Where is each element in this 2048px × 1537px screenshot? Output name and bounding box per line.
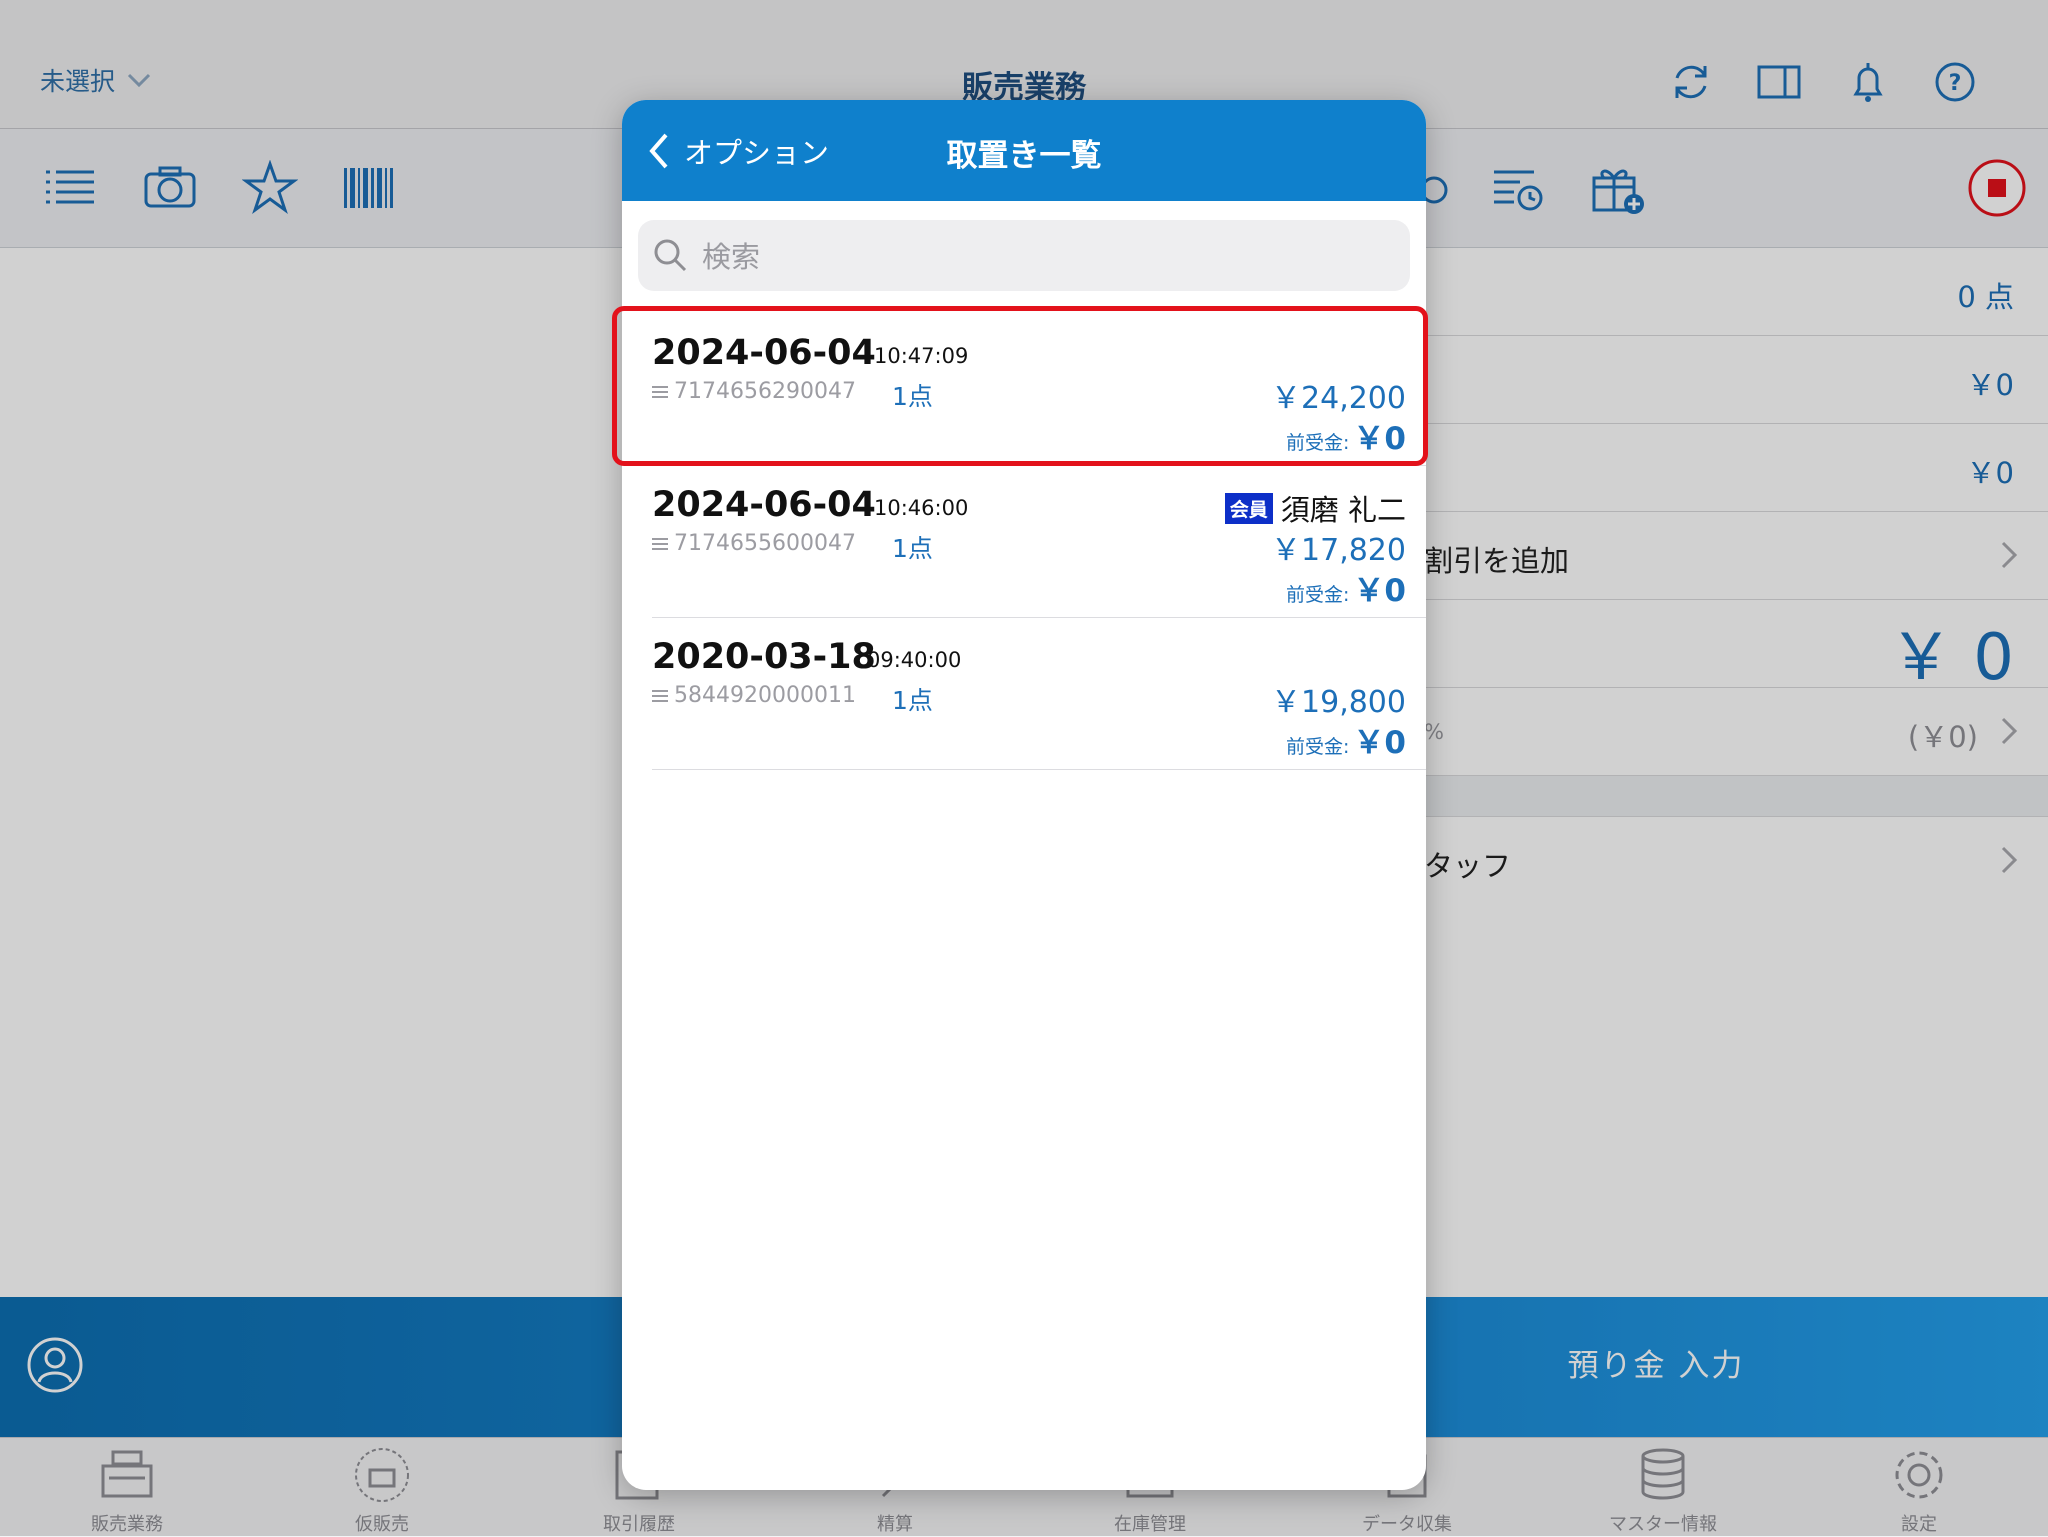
item-total: ￥19,800 (1271, 685, 1406, 720)
advance-label: 前受金: (1286, 736, 1350, 758)
item-qty: 1点 (892, 534, 933, 563)
item-date: 2024-06-04 (652, 485, 876, 525)
popover-title: 取置き一覧 (946, 138, 1102, 174)
menu-lines-icon (652, 689, 668, 702)
search-icon (654, 239, 687, 272)
item-date: 2020-03-18 (652, 637, 876, 677)
item-time: 09:40:00 (867, 648, 962, 672)
search-bar[interactable] (638, 220, 1410, 293)
advance-amount: ￥0 (1353, 573, 1406, 609)
selection-highlight (612, 306, 1428, 466)
menu-lines-icon (652, 537, 668, 550)
item-code-text: 5844920000011 (674, 683, 856, 708)
popover-header: オプション 取置き一覧 (622, 100, 1426, 201)
list-item[interactable]: 2020-03-18 09:40:00 5844920000011 1点 ￥19… (652, 617, 1426, 770)
item-advance: 前受金: ￥0 (1286, 717, 1406, 762)
item-code: 7174655600047 (652, 531, 856, 556)
advance-amount: ￥0 (1353, 725, 1406, 761)
item-total: ￥17,820 (1271, 533, 1406, 568)
list-item[interactable]: 2024-06-04 10:46:00 会員 須磨 礼二 71746556000… (652, 465, 1426, 618)
item-advance: 前受金: ￥0 (1286, 565, 1406, 610)
search-input[interactable] (700, 220, 1394, 293)
member-badge: 会員 (1224, 492, 1273, 524)
advance-label: 前受金: (1286, 584, 1350, 606)
member-name: 須磨 礼二 (1280, 493, 1406, 527)
item-code-text: 7174655600047 (674, 531, 856, 556)
item-qty: 1点 (892, 686, 933, 715)
member-info: 会員 須磨 礼二 (1224, 487, 1406, 529)
item-code: 5844920000011 (652, 683, 856, 708)
item-time: 10:46:00 (874, 496, 969, 520)
